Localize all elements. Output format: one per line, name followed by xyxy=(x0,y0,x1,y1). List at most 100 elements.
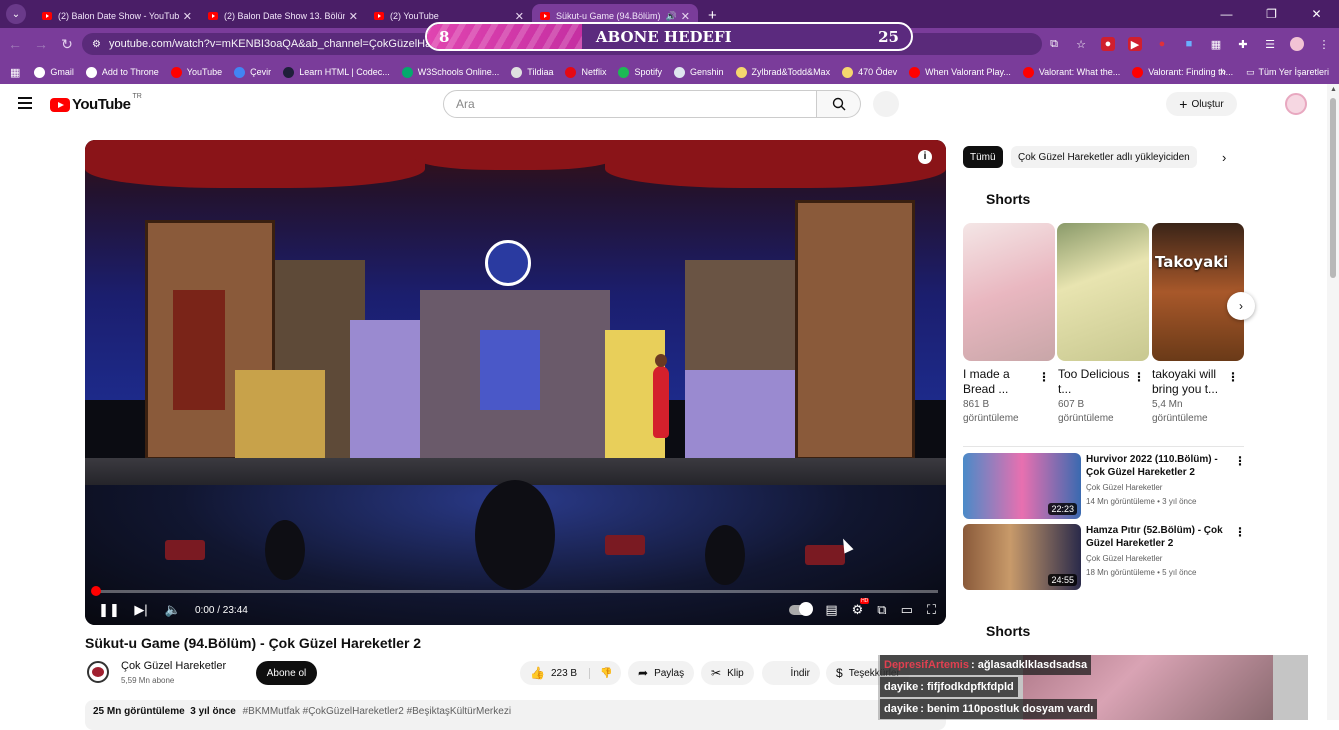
share-button[interactable]: ➦ Paylaş xyxy=(628,661,695,685)
bookmark-item[interactable]: Add to Throne xyxy=(85,66,159,78)
close-tab-icon[interactable]: ✕ xyxy=(515,10,524,23)
clip-button[interactable]: ✂ Klip xyxy=(701,661,754,685)
autoplay-toggle[interactable] xyxy=(789,602,814,616)
video-progress-bar[interactable] xyxy=(91,586,938,596)
like-count[interactable]: 223 B xyxy=(551,668,577,679)
extension-icon[interactable]: ● xyxy=(1155,37,1169,51)
extension-icon[interactable]: ▦ xyxy=(1209,37,1223,51)
browser-menu-icon[interactable]: ⋮ xyxy=(1317,37,1331,51)
more-bookmarks-icon[interactable]: » xyxy=(1220,66,1226,78)
bookmark-item[interactable]: Learn HTML | Codec... xyxy=(283,66,390,78)
short-title[interactable]: takoyaki will bring you t... xyxy=(1152,367,1226,397)
next-icon[interactable]: ▶| xyxy=(125,602,157,618)
chip-all[interactable]: Tümü xyxy=(963,146,1003,168)
account-avatar[interactable] xyxy=(1285,93,1307,115)
more-options-icon[interactable]: ⋮ xyxy=(1234,454,1246,468)
chat-text: : fifjfodkdpfkfdpld xyxy=(920,681,1014,693)
extension-icon[interactable]: ● xyxy=(1101,37,1115,51)
description-box[interactable]: 25 Mn görüntüleme 3 yıl önce #BKMMutfak … xyxy=(85,700,946,730)
subscribe-button[interactable]: Abone ol xyxy=(256,661,317,685)
related-thumbnail[interactable]: 22:23 xyxy=(963,453,1081,519)
close-tab-icon[interactable]: ✕ xyxy=(349,10,358,23)
create-button[interactable]: + Oluştur xyxy=(1166,92,1237,116)
search-input[interactable]: Ara xyxy=(443,90,817,118)
related-thumbnail[interactable]: 24:55 xyxy=(963,524,1081,590)
like-icon[interactable]: 👍 xyxy=(530,666,545,680)
browser-tab[interactable]: (2) Balon Date Show - YouTube ✕ xyxy=(34,4,200,28)
bookmark-item[interactable]: Valorant: Finding th... xyxy=(1132,66,1233,78)
short-title[interactable]: Too Delicious t... xyxy=(1058,367,1132,397)
theater-mode-icon[interactable]: ▭ xyxy=(901,602,913,618)
download-button[interactable]: İndir xyxy=(762,661,820,685)
bookmark-item[interactable]: Gmail xyxy=(34,66,74,78)
volume-icon[interactable]: 🔈 xyxy=(157,602,189,618)
hashtags[interactable]: #BKMMutfak #ÇokGüzelHareketler2 #Beşikta… xyxy=(243,706,511,717)
site-info-icon[interactable]: ⚙ xyxy=(92,39,101,50)
short-thumbnail[interactable] xyxy=(963,223,1055,361)
related-title[interactable]: Hamza Pıtır (52.Bölüm) - Çok Güzel Harek… xyxy=(1086,524,1226,550)
youtube-logo[interactable]: YouTube TR xyxy=(50,93,142,113)
short-title[interactable]: I made a Bread ... xyxy=(963,367,1037,397)
fullscreen-icon[interactable]: ⛶ xyxy=(927,602,936,618)
apps-grid-icon[interactable]: ▦ xyxy=(10,66,20,79)
related-title[interactable]: Hurvivor 2022 (110.Bölüm) - Çok Güzel Ha… xyxy=(1086,453,1226,479)
forward-arrow-icon[interactable]: → xyxy=(28,36,54,52)
bookmark-item[interactable]: W3Schools Online... xyxy=(401,66,499,78)
pause-icon[interactable]: ❚❚ xyxy=(93,602,125,618)
shorts-next-button[interactable]: › xyxy=(1227,292,1255,320)
voice-search-button[interactable] xyxy=(873,91,899,117)
install-app-icon[interactable]: ⧉ xyxy=(1047,37,1061,51)
related-channel[interactable]: Çok Güzel Hareketler xyxy=(1086,483,1162,492)
chip-uploader[interactable]: Çok Güzel Hareketler adlı yükleyiciden xyxy=(1011,146,1197,168)
more-options-icon[interactable]: ⋮ xyxy=(1234,525,1246,539)
page-scrollbar[interactable]: ▲ xyxy=(1327,84,1339,720)
miniplayer-icon[interactable]: ⧉ xyxy=(877,602,886,618)
channel-avatar[interactable] xyxy=(87,661,109,683)
extension-icon[interactable]: ■ xyxy=(1182,37,1196,51)
bookmark-item[interactable]: YouTube xyxy=(170,66,222,78)
bookmark-item[interactable]: 470 Ödev xyxy=(842,66,897,78)
bookmark-item[interactable]: Çevir xyxy=(234,66,271,78)
all-bookmarks[interactable]: Tüm Yer İşaretleri xyxy=(1258,67,1329,77)
bookmark-item[interactable]: Zylbrad&Todd&Max xyxy=(735,66,830,78)
browser-tab[interactable]: (2) Balon Date Show 13. Bölüm ✕ xyxy=(200,4,366,28)
close-tab-icon[interactable]: ✕ xyxy=(183,10,192,23)
hamburger-menu-icon[interactable] xyxy=(18,97,32,112)
search-button[interactable] xyxy=(817,90,861,118)
extensions-puzzle-icon[interactable]: ✚ xyxy=(1236,37,1250,51)
tab-search-icon[interactable]: ⌄ xyxy=(6,4,26,24)
more-options-icon[interactable]: ⋮ xyxy=(1227,370,1239,384)
scroll-up-icon[interactable]: ▲ xyxy=(1330,86,1337,93)
close-window-icon[interactable]: ✕ xyxy=(1294,0,1339,28)
scrubber-handle[interactable] xyxy=(91,586,101,596)
restore-icon[interactable]: ❐ xyxy=(1249,0,1294,28)
profile-avatar[interactable] xyxy=(1290,37,1304,51)
close-tab-icon[interactable]: ✕ xyxy=(681,10,690,23)
reload-icon[interactable]: ↻ xyxy=(54,36,80,53)
bookmark-item[interactable]: Spotify xyxy=(618,66,662,78)
bookmark-item[interactable]: When Valorant Play... xyxy=(909,66,1011,78)
extension-icon[interactable]: ▶ xyxy=(1128,37,1142,51)
bookmark-item[interactable]: Genshin xyxy=(674,66,724,78)
minimize-icon[interactable]: — xyxy=(1204,0,1249,28)
bookmark-item[interactable]: Tildiaa xyxy=(511,66,553,78)
speaker-icon[interactable]: 🔊 xyxy=(666,11,677,22)
subtitles-icon[interactable]: ▤ xyxy=(825,602,837,618)
short-thumbnail[interactable] xyxy=(1057,223,1149,361)
chevron-right-icon[interactable]: › xyxy=(1222,150,1226,165)
more-options-icon[interactable]: ⋮ xyxy=(1133,370,1145,384)
short-thumbnail[interactable]: Takoyaki xyxy=(1152,223,1244,361)
channel-name[interactable]: Çok Güzel Hareketler xyxy=(121,660,226,672)
bookmark-item[interactable]: Valorant: What the... xyxy=(1022,66,1120,78)
reading-list-icon[interactable]: ☰ xyxy=(1263,37,1277,51)
video-player[interactable]: i ❚❚ ▶| 🔈 0:00 / 23:44 ▤ ⚙ HD ⧉ ▭ ⛶ xyxy=(85,140,946,625)
dislike-icon[interactable]: 👎 xyxy=(589,667,613,679)
bookmark-item[interactable]: Netflix xyxy=(565,66,606,78)
info-icon[interactable]: i xyxy=(918,150,932,164)
back-arrow-icon[interactable]: ← xyxy=(2,36,28,52)
bookmark-star-icon[interactable]: ☆ xyxy=(1074,37,1088,51)
settings-gear-icon[interactable]: ⚙ HD xyxy=(852,598,870,618)
related-channel[interactable]: Çok Güzel Hareketler xyxy=(1086,554,1162,563)
scrollbar-thumb[interactable] xyxy=(1330,98,1336,278)
more-options-icon[interactable]: ⋮ xyxy=(1038,370,1050,384)
